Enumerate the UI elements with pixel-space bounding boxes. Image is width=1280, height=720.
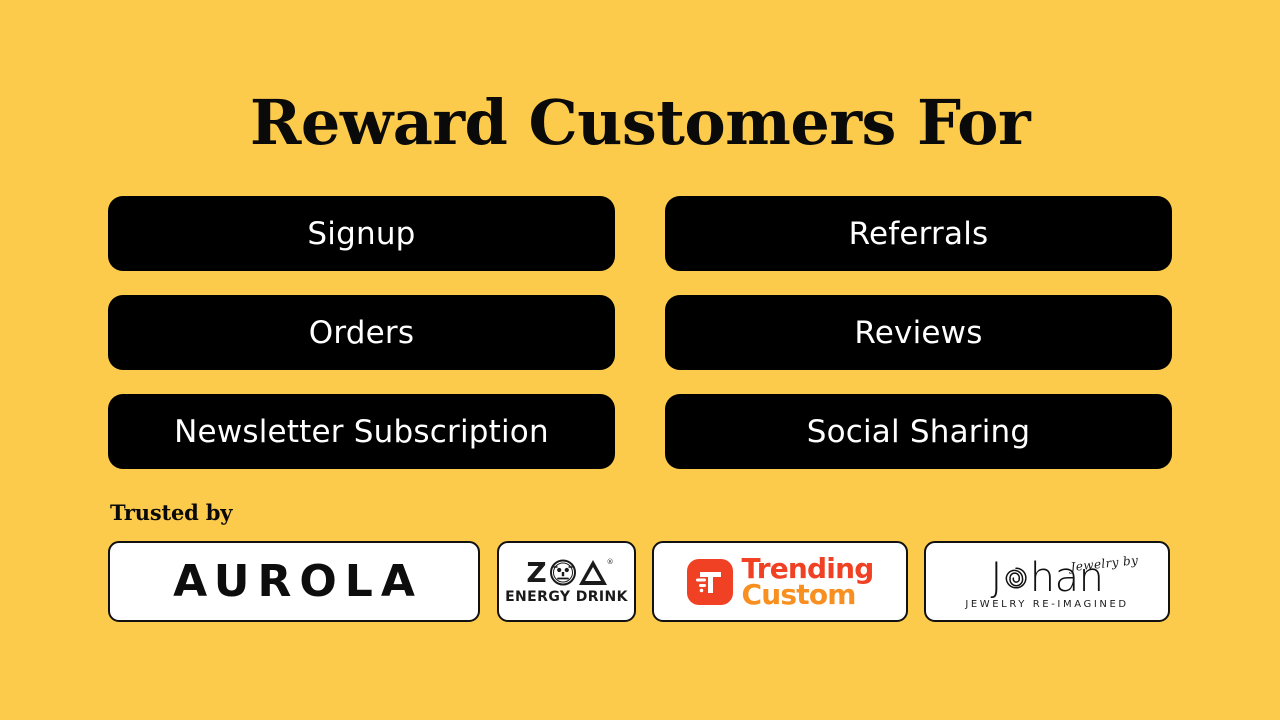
reward-option-referrals[interactable]: Referrals bbox=[665, 196, 1172, 271]
reward-option-social-sharing[interactable]: Social Sharing bbox=[665, 394, 1172, 469]
zoa-tagline: ENERGY DRINK bbox=[505, 588, 628, 605]
reward-option-label: Orders bbox=[308, 314, 415, 351]
zoa-letter-z: Z bbox=[526, 555, 547, 589]
spiral-icon bbox=[1003, 558, 1029, 589]
logo-card-trending-custom: Trending Custom bbox=[652, 541, 908, 622]
trusted-by-label: Trusted by bbox=[110, 500, 233, 525]
trending-custom-line2: Custom bbox=[741, 577, 857, 611]
trending-custom-wordmark: Trending Custom bbox=[741, 554, 875, 611]
logo-card-johan: Jewelry by J han JEWELRY RE-IMAGINED bbox=[924, 541, 1170, 622]
zoa-mark: Z ® bbox=[526, 555, 613, 589]
johan-lockup: Jewelry by J han JEWELRY RE-IMAGINED bbox=[947, 551, 1147, 613]
johan-tagline: JEWELRY RE-IMAGINED bbox=[965, 598, 1129, 610]
reward-option-label: Referrals bbox=[848, 215, 989, 252]
trending-custom-lockup: Trending Custom bbox=[686, 554, 875, 611]
page-title: Reward Customers For bbox=[249, 86, 1031, 159]
trending-custom-flag-icon bbox=[686, 558, 733, 605]
reward-option-label: Reviews bbox=[854, 314, 983, 351]
reward-option-label: Social Sharing bbox=[806, 413, 1031, 450]
tribal-mask-icon bbox=[549, 559, 576, 586]
reward-option-reviews[interactable]: Reviews bbox=[665, 295, 1172, 370]
reward-option-label: Signup bbox=[307, 215, 416, 252]
reward-option-signup[interactable]: Signup bbox=[108, 196, 615, 271]
logo-card-zoa: Z ® ENERGY DRINK bbox=[497, 541, 636, 622]
aurola-wordmark: AUROLA bbox=[173, 555, 423, 607]
trusted-logo-row: AUROLA Z ® ENERGY DRINK Trending Custom … bbox=[108, 541, 1172, 622]
reward-option-newsletter-subscription[interactable]: Newsletter Subscription bbox=[108, 394, 615, 469]
reward-option-orders[interactable]: Orders bbox=[108, 295, 615, 370]
slide-root: Reward Customers For Signup Referrals Or… bbox=[0, 0, 1280, 720]
reward-option-label: Newsletter Subscription bbox=[174, 413, 549, 450]
reward-options-grid: Signup Referrals Orders Reviews Newslett… bbox=[108, 196, 1172, 469]
johan-letter-j: J bbox=[990, 554, 1002, 601]
zoa-lockup: Z ® ENERGY DRINK bbox=[505, 555, 628, 605]
trademark-icon: ® bbox=[606, 557, 614, 566]
zoa-letter-a-triangle bbox=[578, 560, 607, 585]
logo-card-aurola: AUROLA bbox=[108, 541, 480, 622]
